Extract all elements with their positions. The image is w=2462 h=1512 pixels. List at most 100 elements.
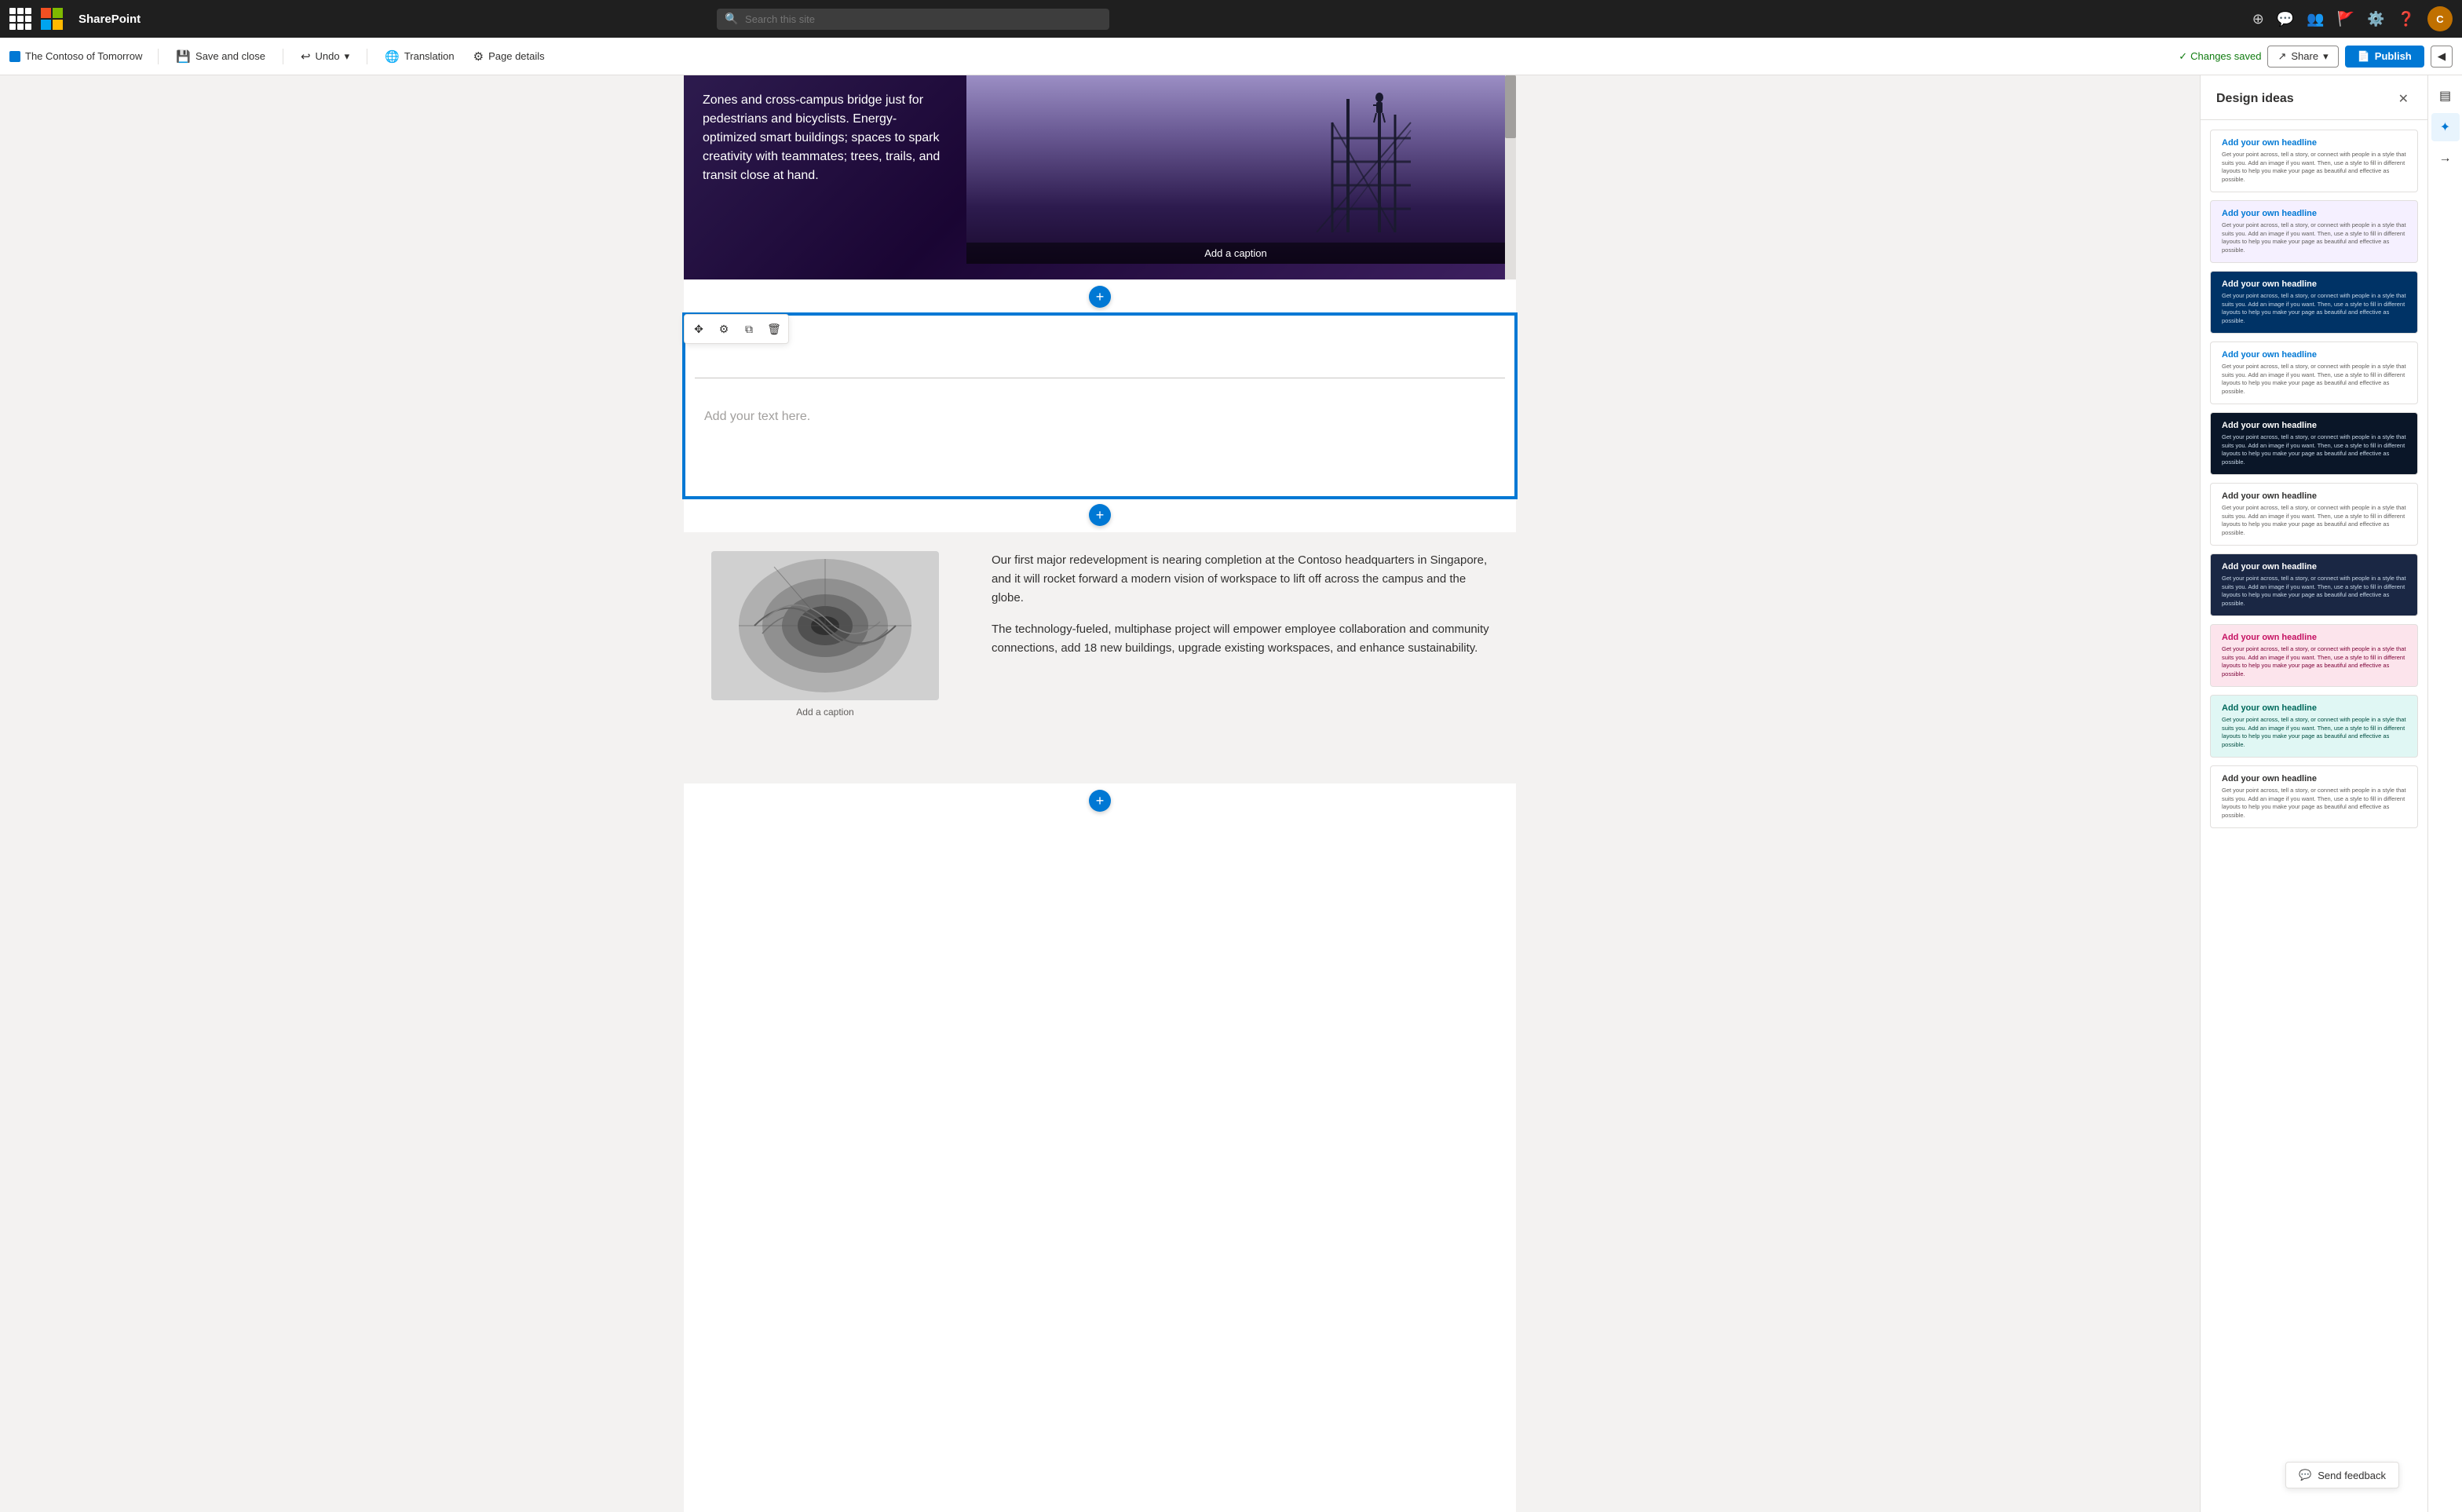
design-idea-card-6[interactable]: Add your own headline Get your point acr… (2210, 483, 2418, 546)
delete-block-button[interactable]: 🗑 (763, 318, 785, 340)
scrollbar-thumb (1505, 75, 1516, 138)
text-block-section[interactable]: ✥ ⚙ ⧉ 🗑 Add your text here. (684, 314, 1516, 498)
design-idea-card-4[interactable]: Add your own headline Get your point acr… (2210, 341, 2418, 404)
sidebar-layout-icon[interactable]: ▤ (2431, 82, 2460, 110)
spiral-image[interactable] (711, 551, 939, 700)
idea-headline-7: Add your own headline (2222, 562, 2406, 572)
page-name: The Contoso of Tomorrow (25, 50, 142, 62)
add-section-above-text: + (684, 279, 1516, 314)
copilot-icon[interactable]: ⊕ (2252, 11, 2264, 27)
idea-body-5: Get your point across, tell a story, or … (2222, 433, 2406, 466)
idea-body-4: Get your point across, tell a story, or … (2222, 363, 2406, 396)
undo-icon: ↩ (301, 49, 311, 64)
staircase-svg (711, 551, 939, 700)
scaffold-image (1285, 91, 1442, 232)
add-section-below-text: + (684, 498, 1516, 532)
design-panel-body[interactable]: Add your own headline Get your point acr… (2201, 120, 2427, 1512)
design-idea-card-1[interactable]: Add your own headline Get your point acr… (2210, 130, 2418, 192)
collapse-button[interactable]: ◀ (2431, 46, 2453, 68)
design-idea-card-2[interactable]: Add your own headline Get your point acr… (2210, 200, 2418, 263)
save-close-label: Save and close (195, 50, 265, 62)
edit-block-button[interactable]: ⚙ (713, 318, 735, 340)
translation-button[interactable]: 🌐 Translation (377, 45, 462, 68)
idea-body-2: Get your point across, tell a story, or … (2222, 221, 2406, 254)
body-paragraph-1: Our first major redevelopment is nearing… (992, 551, 1491, 608)
send-feedback-button[interactable]: 💬 Send feedback (2285, 1462, 2399, 1488)
design-idea-card-10[interactable]: Add your own headline Get your point acr… (2210, 765, 2418, 828)
help-icon[interactable]: ❓ (2398, 11, 2415, 27)
design-idea-card-7[interactable]: Add your own headline Get your point acr… (2210, 553, 2418, 616)
publish-label: Publish (2375, 50, 2412, 62)
design-panel-close-button[interactable]: ✕ (2395, 88, 2412, 110)
avatar[interactable]: C (2427, 6, 2453, 31)
idea-headline-5: Add your own headline (2222, 421, 2406, 430)
add-section-bottom: + (684, 783, 1516, 818)
add-section-button-1[interactable]: + (1089, 286, 1111, 308)
save-close-button[interactable]: 💾 Save and close (168, 45, 273, 68)
changes-saved-status: ✓ Changes saved (2179, 50, 2261, 63)
add-section-button-2[interactable]: + (1089, 504, 1111, 526)
page-indicator: The Contoso of Tomorrow (9, 50, 142, 62)
idea-headline-2: Add your own headline (2222, 209, 2406, 218)
chat-icon[interactable]: 💬 (2277, 11, 2294, 27)
hero-scrollbar[interactable] (1505, 75, 1516, 279)
idea-body-10: Get your point across, tell a story, or … (2222, 787, 2406, 820)
share-button[interactable]: ↗ Share ▾ (2267, 46, 2338, 68)
hero-left-text-panel: Zones and cross-campus bridge just for p… (684, 75, 966, 279)
editor-toolbar: The Contoso of Tomorrow 💾 Save and close… (0, 38, 2462, 75)
main-layout: Zones and cross-campus bridge just for p… (0, 75, 2462, 1512)
idea-body-6: Get your point across, tell a story, or … (2222, 504, 2406, 537)
idea-body-1: Get your point across, tell a story, or … (2222, 151, 2406, 184)
idea-body-3: Get your point across, tell a story, or … (2222, 292, 2406, 325)
idea-headline-6: Add your own headline (2222, 491, 2406, 501)
design-idea-card-3[interactable]: Add your own headline Get your point acr… (2210, 271, 2418, 334)
design-ideas-panel: Design ideas ✕ Add your own headline Get… (2200, 75, 2427, 1512)
share-icon: ↗ (2278, 50, 2286, 63)
undo-label: Undo (316, 50, 340, 62)
move-block-button[interactable]: ✥ (688, 318, 710, 340)
nav-icon-group: ⊕ 💬 👥 🚩 ⚙️ ❓ C (2252, 6, 2453, 31)
content-area[interactable]: Zones and cross-campus bridge just for p… (0, 75, 2200, 1512)
share-label: Share (2291, 50, 2318, 62)
people-icon[interactable]: 👥 (2307, 11, 2324, 27)
duplicate-block-button[interactable]: ⧉ (738, 318, 760, 340)
hero-caption[interactable]: Add a caption (966, 243, 1505, 264)
save-icon: 💾 (176, 49, 191, 64)
waffle-menu[interactable] (9, 8, 31, 30)
publish-button[interactable]: 📄 Publish (2345, 46, 2424, 68)
changes-saved-label: Changes saved (2190, 50, 2261, 62)
idea-headline-10: Add your own headline (2222, 774, 2406, 783)
search-bar[interactable]: 🔍 (717, 9, 1109, 30)
design-idea-card-5[interactable]: Add your own headline Get your point acr… (2210, 412, 2418, 475)
top-navigation: SharePoint 🔍 ⊕ 💬 👥 🚩 ⚙️ ❓ C (0, 0, 2462, 38)
undo-button[interactable]: ↩ Undo ▾ (293, 45, 357, 68)
two-col-right: Our first major redevelopment is nearing… (966, 532, 1516, 783)
spiral-image-caption[interactable]: Add a caption (796, 707, 853, 718)
page-dot (9, 51, 20, 62)
sidebar-arrow-icon[interactable]: → (2431, 144, 2460, 173)
search-input[interactable] (717, 9, 1109, 30)
publish-icon: 📄 (2358, 50, 2370, 63)
add-section-button-3[interactable]: + (1089, 790, 1111, 812)
text-block-placeholder[interactable]: Add your text here. (685, 378, 1514, 496)
hero-right-image-panel: Add a caption (966, 75, 1505, 279)
feedback-label: Send feedback (2318, 1470, 2386, 1481)
design-idea-card-8[interactable]: Add your own headline Get your point acr… (2210, 624, 2418, 687)
flag-icon[interactable]: 🚩 (2337, 11, 2354, 27)
hero-section: Zones and cross-campus bridge just for p… (684, 75, 1516, 279)
design-panel-title: Design ideas (2216, 92, 2294, 106)
app-brand: SharePoint (79, 13, 141, 26)
two-column-section: Add a caption Our first major redevelopm… (684, 532, 1516, 783)
idea-headline-8: Add your own headline (2222, 633, 2406, 642)
undo-chevron: ▾ (345, 50, 350, 63)
settings-icon[interactable]: ⚙️ (2367, 11, 2384, 27)
sidebar-design-icon[interactable]: ✦ (2431, 113, 2460, 141)
block-toolbar: ✥ ⚙ ⧉ 🗑 (684, 314, 789, 344)
page-details-label: Page details (488, 50, 545, 62)
design-idea-card-9[interactable]: Add your own headline Get your point acr… (2210, 695, 2418, 758)
check-icon: ✓ (2179, 50, 2187, 63)
idea-body-9: Get your point across, tell a story, or … (2222, 716, 2406, 749)
hero-image[interactable]: Add a caption (966, 75, 1505, 264)
page-details-icon: ⚙ (473, 49, 484, 64)
page-details-button[interactable]: ⚙ Page details (466, 45, 553, 68)
